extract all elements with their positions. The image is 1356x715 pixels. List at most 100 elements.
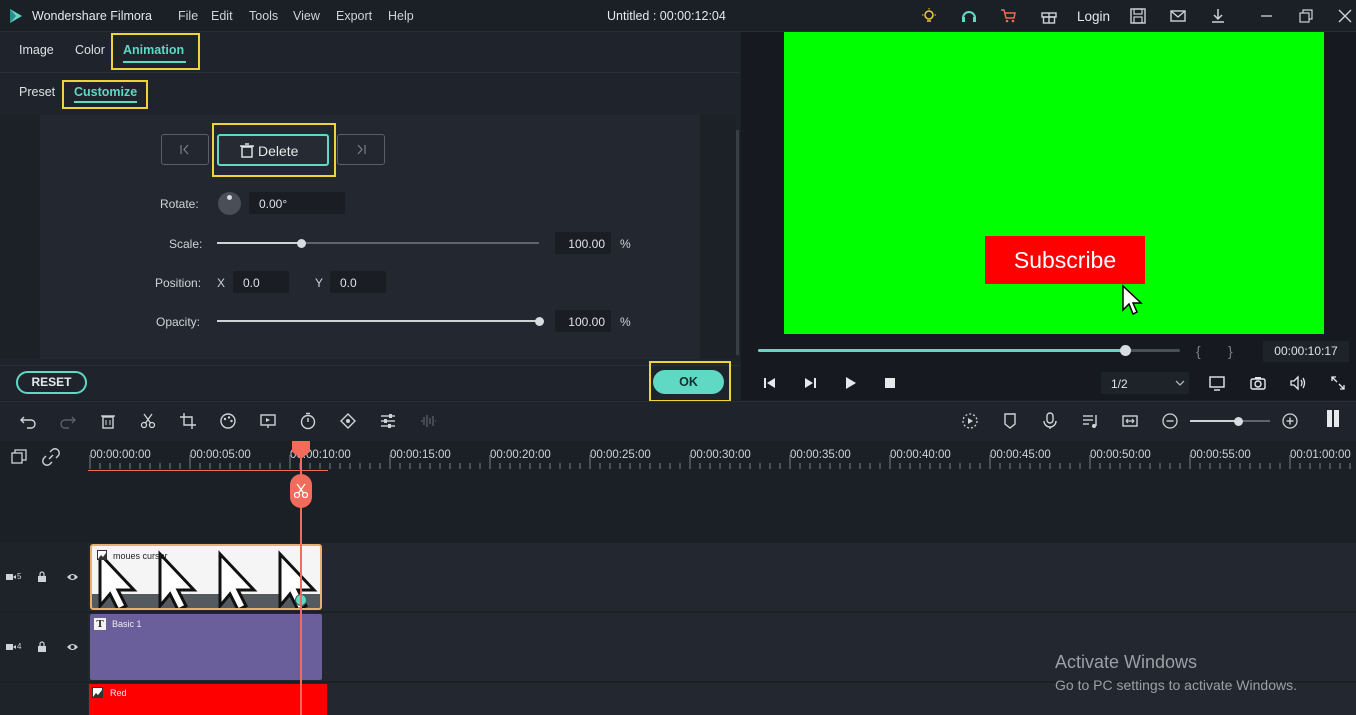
keyframe-icon[interactable]: [339, 412, 357, 430]
opacity-input[interactable]: 100.00: [555, 310, 611, 332]
opacity-unit: %: [620, 315, 631, 329]
ruler-tick-label: 00:00:40:00: [890, 449, 951, 461]
crop-icon[interactable]: [179, 412, 197, 430]
video-track-icon: [6, 574, 16, 580]
marker-icon[interactable]: [1001, 412, 1019, 430]
headset-icon[interactable]: [960, 7, 978, 25]
clip-basic-1[interactable]: T Basic 1: [90, 614, 322, 680]
minimize-icon[interactable]: [1258, 7, 1276, 25]
delete-keyframe-button[interactable]: Delete: [217, 134, 329, 166]
playhead-split-button[interactable]: [290, 474, 312, 508]
rotate-input[interactable]: 0.00°: [249, 192, 345, 214]
eye-icon[interactable]: [66, 572, 79, 582]
ruler-tick-label: 00:00:15:00: [390, 449, 451, 461]
play-icon[interactable]: [841, 374, 859, 392]
subtab-preset[interactable]: Preset: [19, 85, 55, 99]
speed-timer-icon[interactable]: [299, 412, 317, 430]
filmora-logo-icon: [10, 9, 22, 23]
zoom-in-icon[interactable]: [1281, 412, 1299, 430]
adjust-icon[interactable]: [379, 412, 397, 430]
image-clip-icon: [92, 687, 103, 698]
clip-red-name: Red: [110, 688, 127, 698]
next-keyframe-button[interactable]: [337, 134, 385, 165]
camera-icon[interactable]: [1249, 374, 1267, 392]
clip-mouse-cursor[interactable]: moues cursor: [90, 544, 322, 610]
mail-icon[interactable]: [1169, 7, 1187, 25]
ruler-tick-label: 00:00:05:00: [190, 449, 251, 461]
playback-progress[interactable]: [758, 345, 1180, 356]
cart-icon[interactable]: [1000, 7, 1018, 25]
freeze-frame-icon[interactable]: [259, 412, 277, 430]
tab-color[interactable]: Color: [75, 43, 105, 57]
panel-scrollbar[interactable]: [736, 130, 739, 355]
voiceover-list-icon[interactable]: [1081, 412, 1099, 430]
reset-button[interactable]: RESET: [16, 371, 87, 394]
position-label: Position:: [155, 276, 202, 290]
scale-slider[interactable]: [217, 238, 539, 248]
lock-icon[interactable]: [37, 641, 47, 653]
tab-image[interactable]: Image: [19, 43, 54, 57]
fit-timeline-icon[interactable]: [1121, 412, 1139, 430]
subtab-customize[interactable]: Customize: [74, 85, 137, 99]
pause-bars-icon[interactable]: [1324, 409, 1342, 427]
scale-input[interactable]: 100.00: [555, 232, 611, 254]
restore-icon[interactable]: [1297, 7, 1315, 25]
eye-icon[interactable]: [66, 642, 79, 652]
preview-timecode: 00:00:10:17: [1263, 341, 1349, 362]
color-palette-icon[interactable]: [219, 412, 237, 430]
zoom-slider-fill: [1190, 420, 1238, 422]
display-icon[interactable]: [1208, 374, 1226, 392]
opacity-slider-knob[interactable]: [534, 316, 544, 326]
scale-slider-knob[interactable]: [296, 238, 306, 248]
zoom-out-icon[interactable]: [1161, 412, 1179, 430]
delete-icon[interactable]: [99, 412, 117, 430]
lightbulb-icon[interactable]: [920, 7, 938, 25]
title-bar: Wondershare Filmora File Edit Tools View…: [0, 0, 1356, 32]
undo-icon[interactable]: [19, 412, 37, 430]
link-icon[interactable]: [42, 448, 60, 466]
quality-select[interactable]: 1/2: [1101, 372, 1189, 394]
zoom-slider[interactable]: [1190, 416, 1270, 426]
add-track-icon[interactable]: [10, 448, 28, 466]
menu-view[interactable]: View: [293, 9, 320, 23]
opacity-slider[interactable]: [217, 316, 544, 326]
menu-file[interactable]: File: [178, 9, 198, 23]
download-icon[interactable]: [1209, 7, 1227, 25]
lock-icon[interactable]: [37, 571, 47, 583]
microphone-icon[interactable]: [1041, 412, 1059, 430]
render-icon[interactable]: [961, 412, 979, 430]
mark-in-brace[interactable]: {: [1196, 343, 1201, 359]
opacity-label: Opacity:: [156, 315, 201, 329]
position-x-input[interactable]: 0.0: [233, 271, 289, 293]
save-icon[interactable]: [1129, 7, 1147, 25]
rotate-dial[interactable]: [218, 192, 241, 215]
playback-progress-knob[interactable]: [1120, 345, 1131, 356]
fullscreen-icon[interactable]: [1329, 374, 1347, 392]
volume-icon[interactable]: [1289, 374, 1307, 392]
ok-button[interactable]: OK: [653, 370, 724, 394]
close-icon[interactable]: [1336, 7, 1354, 25]
mouse-cursor-icon: [1122, 284, 1143, 316]
mark-out-brace[interactable]: }: [1228, 343, 1233, 359]
gift-icon[interactable]: [1040, 7, 1058, 25]
prev-keyframe-button[interactable]: [161, 134, 209, 165]
menu-export[interactable]: Export: [336, 9, 372, 23]
ruler-tick-label: 00:00:50:00: [1090, 449, 1151, 461]
step-back-icon[interactable]: [761, 374, 779, 392]
stop-icon[interactable]: [881, 374, 899, 392]
delete-label: Delete: [258, 143, 299, 159]
step-forward-icon[interactable]: [801, 374, 819, 392]
zoom-slider-knob[interactable]: [1234, 416, 1243, 426]
menu-tools[interactable]: Tools: [249, 9, 278, 23]
menu-help[interactable]: Help: [388, 9, 414, 23]
tab-animation[interactable]: Animation: [123, 43, 184, 57]
playback-progress-fill: [758, 349, 1125, 352]
subtab-customize-underline: [74, 101, 137, 103]
clip-red[interactable]: Red: [89, 684, 327, 715]
menu-edit[interactable]: Edit: [211, 9, 233, 23]
scissors-icon[interactable]: [139, 412, 157, 430]
position-y-input[interactable]: 0.0: [330, 271, 386, 293]
login-link[interactable]: Login: [1077, 9, 1110, 24]
ruler-tick-label: 00:00:30:00: [690, 449, 751, 461]
footer-divider: [0, 365, 740, 366]
